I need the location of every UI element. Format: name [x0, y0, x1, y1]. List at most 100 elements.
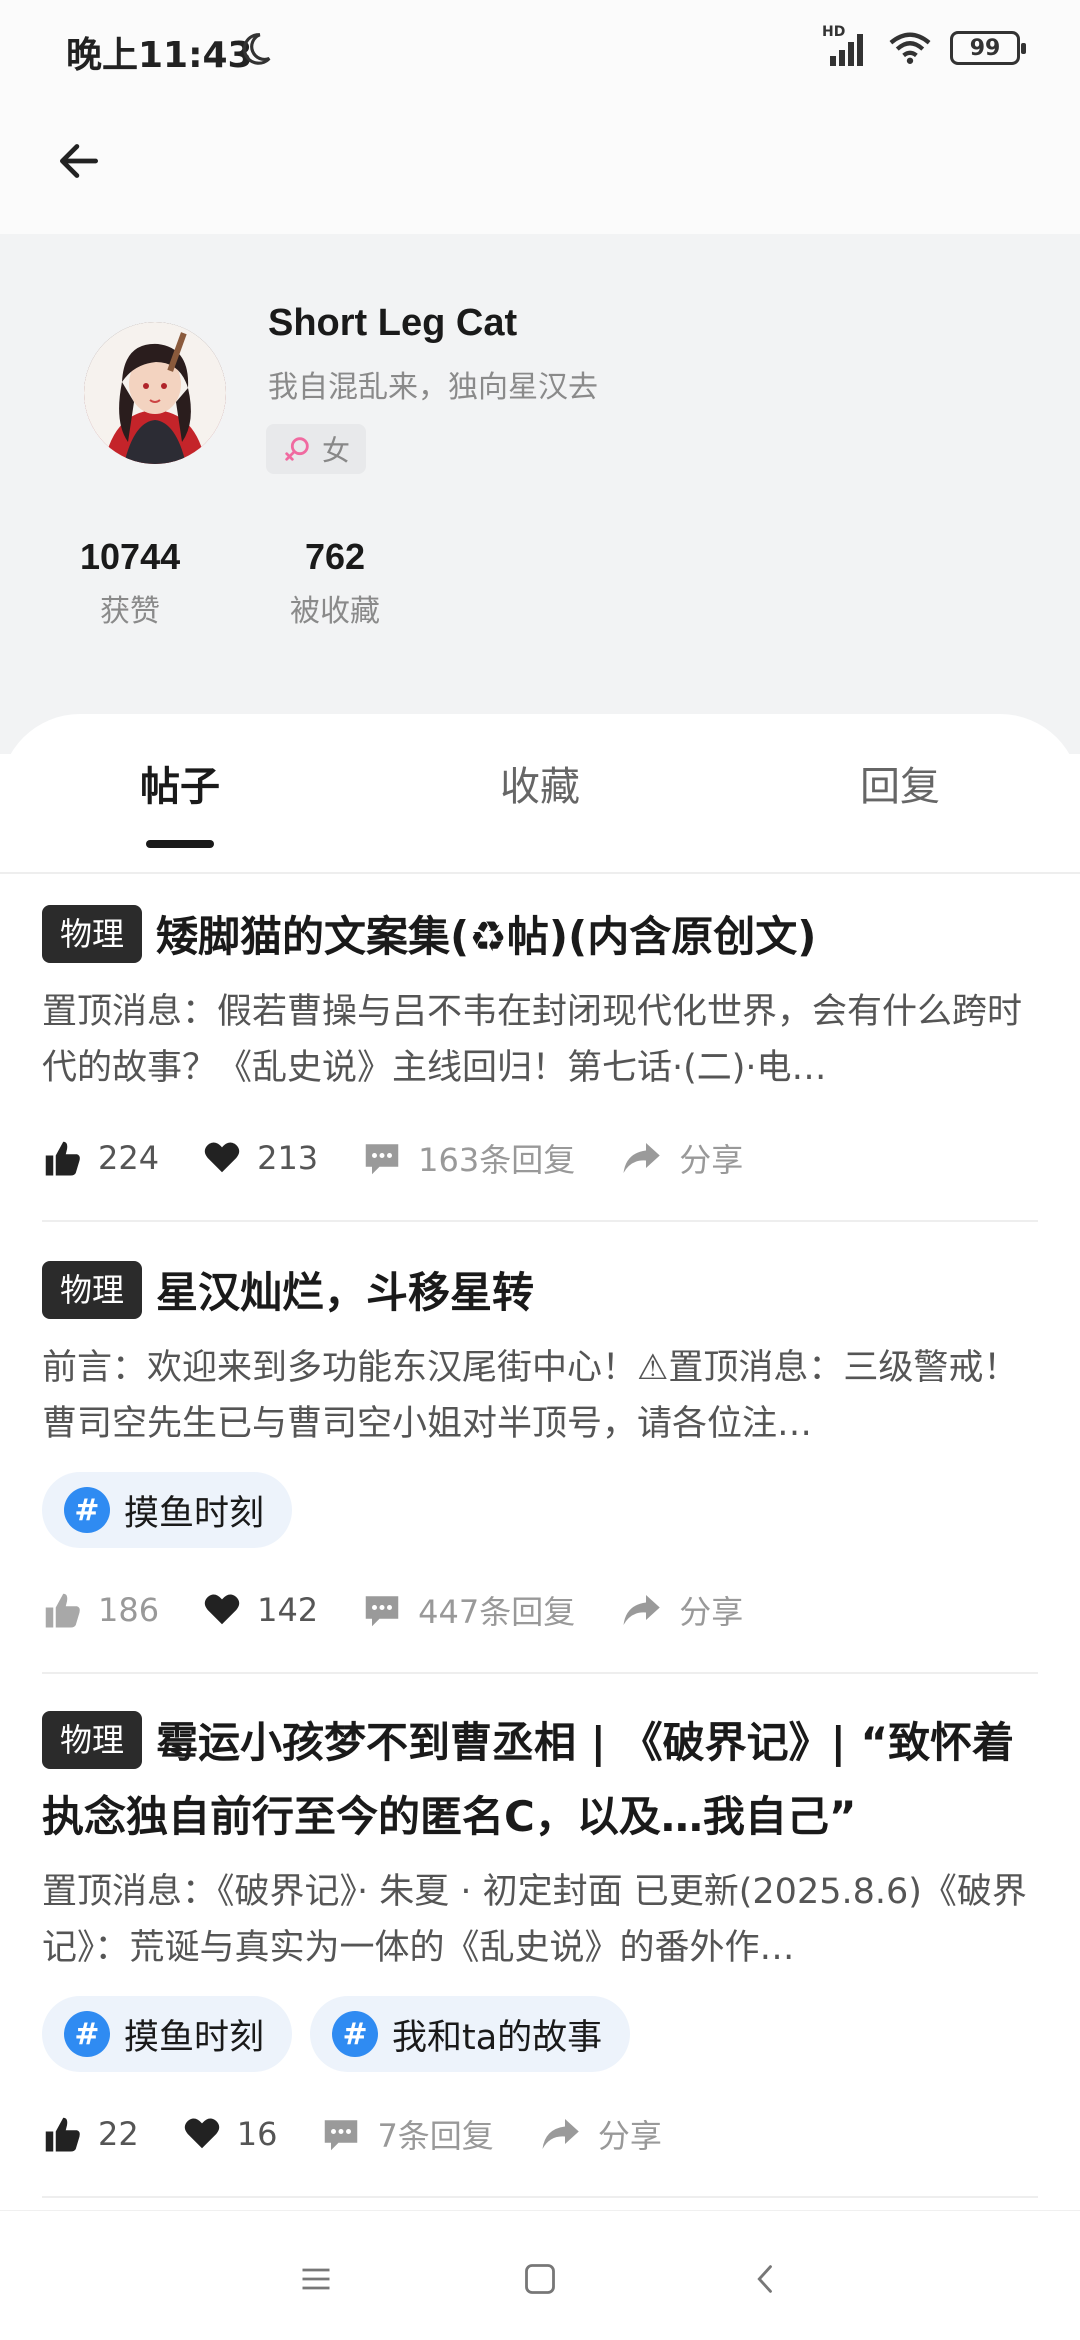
favorite-button[interactable]: 16: [183, 2115, 278, 2153]
post-title-row: 物理 矮脚猫的文案集(♻帖)(内含原创文): [42, 900, 1038, 974]
gender-label: 女: [322, 434, 351, 467]
reply-count: 447条回复: [418, 1593, 576, 1631]
gender-badge: 女: [266, 424, 367, 474]
post-excerpt: 置顶消息：假若曹操与吕不韦在封闭现代化世界，会有什么跨时代的故事？《乱史说》主线…: [42, 992, 1023, 1088]
post-actions: 224 213 163条回复 分享: [42, 1118, 1038, 1198]
signal-icon: HD: [822, 24, 870, 68]
share-icon: [623, 1595, 660, 1625]
stat-favorited-value: 762: [304, 536, 366, 577]
favorite-button[interactable]: 142: [203, 1591, 318, 1629]
favorite-count: 16: [236, 2115, 278, 2153]
favorite-button[interactable]: 213: [203, 1139, 318, 1177]
battery-icon: 99: [950, 31, 1026, 65]
post-title: 霉运小孩梦不到曹丞相 | 《破界记》| “致怀着执念独自前行至今的匿名C，以及……: [42, 1718, 1015, 1841]
heart-icon: [184, 2118, 219, 2149]
heart-icon: [204, 1142, 240, 1173]
share-button[interactable]: 分享: [538, 2111, 662, 2157]
favorite-count: 142: [257, 1591, 319, 1629]
signal-label: HD: [822, 24, 846, 40]
post-excerpt: 前言：欢迎来到多功能东汉尾街中心！⚠置顶消息：三级警戒！曹司空先生已与曹司空小姐…: [42, 1348, 1019, 1444]
topic-tag-label: 摸鱼时刻: [124, 1493, 265, 1534]
post-card[interactable]: 物理 矮脚猫的文案集(♻帖)(内含原创文) 置顶消息：假若曹操与吕不韦在封闭现代化…: [42, 900, 1038, 1222]
share-label: 分享: [679, 1593, 744, 1631]
post-actions: 22 16 7条回复 分享: [42, 2094, 1038, 2174]
heart-icon: [204, 1594, 240, 1625]
status-bar: 晚上11:43 HD 99: [0, 0, 1080, 100]
hash-icon: #: [64, 1487, 110, 1533]
female-icon: [285, 437, 309, 461]
post-category: 物理: [42, 1261, 143, 1319]
back-arrow-icon: [59, 144, 99, 178]
profile-bio: 我自混乱来，独向星汉去: [268, 370, 598, 405]
topic-tag[interactable]: # 我和ta的故事: [310, 1996, 631, 2072]
comment-icon: [365, 1144, 399, 1175]
post-card[interactable]: 物理 霉运小孩梦不到曹丞相 | 《破界记》| “致怀着执念独自前行至今的匿名C，以…: [42, 1706, 1038, 2198]
share-icon: [623, 1143, 660, 1173]
header: [0, 100, 1080, 234]
home-button[interactable]: [510, 2249, 570, 2309]
like-count: 224: [98, 1139, 160, 1177]
comment-icon: [325, 2120, 358, 2151]
stat-likes-value: 10744: [80, 536, 181, 577]
status-icons: HD 99: [822, 24, 1026, 68]
post-title: 矮脚猫的文案集(♻帖)(内含原创文): [156, 912, 817, 961]
profile-name: Short Leg Cat: [268, 302, 518, 344]
status-time: 晚上11:43: [66, 35, 253, 76]
reply-button[interactable]: 163条回复: [362, 1135, 575, 1181]
topic-tag[interactable]: # 摸鱼时刻: [42, 1996, 293, 2072]
topic-tag-label: 摸鱼时刻: [124, 2017, 265, 2058]
post-title-row: 物理 霉运小孩梦不到曹丞相 | 《破界记》| “致怀着执念独自前行至今的匿名C，以…: [42, 1706, 1038, 1854]
hash-icon: #: [64, 2011, 110, 2057]
tab-posts[interactable]: 帖子: [140, 754, 220, 812]
share-button[interactable]: 分享: [619, 1587, 743, 1633]
post-title-row: 物理 星汉灿烂，斗移星转: [42, 1256, 1038, 1330]
tab-favorites[interactable]: 收藏: [500, 754, 580, 812]
comment-icon: [365, 1596, 399, 1627]
reply-count: 163条回复: [418, 1141, 576, 1179]
avatar[interactable]: [84, 322, 226, 464]
topic-tag-label: 我和ta的故事: [392, 2017, 603, 2058]
home-icon: [525, 2264, 555, 2294]
post-tags: # 摸鱼时刻 # 我和ta的故事: [42, 1996, 1038, 2072]
favorite-count: 213: [257, 1139, 319, 1177]
like-count: 22: [98, 2115, 139, 2153]
like-count: 186: [98, 1591, 160, 1629]
stat-favorited: 762 被收藏: [290, 536, 380, 630]
post-excerpt: 置顶消息：《破界记》· 朱夏 · 初定封面 已更新(2025.8.6)《破界记》…: [42, 1872, 1027, 1968]
post-actions: 186 142 447条回复 分享: [42, 1570, 1038, 1650]
like-button[interactable]: 186: [42, 1590, 159, 1630]
post-title: 星汉灿烂，斗移星转: [156, 1268, 535, 1317]
reply-button[interactable]: 447条回复: [362, 1587, 575, 1633]
share-label: 分享: [679, 1141, 744, 1179]
hash-icon: #: [332, 2011, 379, 2057]
tab-bar: 帖子 收藏 回复: [0, 714, 1080, 874]
wifi-icon: [889, 32, 931, 64]
moon-icon: [242, 33, 271, 65]
battery-level: 99: [969, 35, 1001, 61]
share-icon: [542, 2119, 579, 2149]
back-nav-icon: [757, 2265, 772, 2293]
reply-count: 7条回复: [377, 2117, 494, 2155]
tab-replies[interactable]: 回复: [860, 754, 940, 812]
like-button[interactable]: 22: [42, 2114, 139, 2154]
share-label: 分享: [597, 2117, 662, 2155]
back-button[interactable]: [44, 126, 114, 196]
post-category: 物理: [42, 905, 143, 963]
system-nav-bar: [0, 2210, 1080, 2340]
menu-button[interactable]: [286, 2249, 346, 2309]
reply-button[interactable]: 7条回复: [321, 2111, 494, 2157]
system-back-button[interactable]: [736, 2249, 796, 2309]
thumbs-up-icon: [45, 2117, 80, 2152]
stat-likes: 10744 获赞: [80, 536, 180, 630]
share-button[interactable]: 分享: [619, 1135, 743, 1181]
tab-active-indicator: [146, 840, 214, 848]
like-button[interactable]: 224: [42, 1138, 159, 1178]
thumbs-up-icon: [45, 1141, 80, 1176]
topic-tag[interactable]: # 摸鱼时刻: [42, 1472, 293, 1548]
post-tags: # 摸鱼时刻: [42, 1472, 1038, 1548]
profile-section: Short Leg Cat 我自混乱来，独向星汉去 女 10744 获赞 762…: [0, 234, 1080, 754]
stat-favorited-label: 被收藏: [290, 594, 380, 629]
stat-likes-label: 获赞: [100, 594, 161, 629]
post-card[interactable]: 物理 星汉灿烂，斗移星转 前言：欢迎来到多功能东汉尾街中心！⚠置顶消息：三级警戒！…: [42, 1256, 1038, 1674]
avatar-illustration: [84, 322, 226, 464]
